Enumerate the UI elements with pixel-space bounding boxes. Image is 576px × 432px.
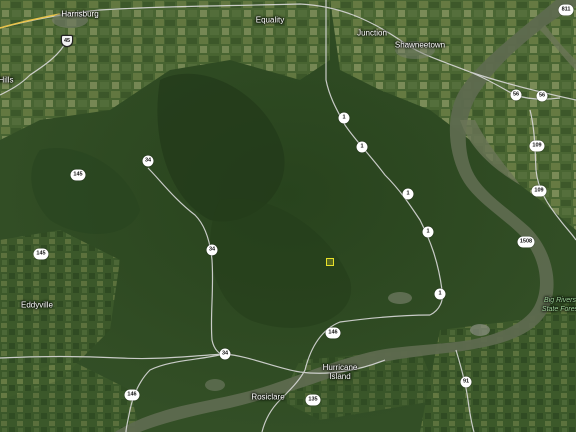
town-label-eddyville[interactable]: Eddyville <box>21 301 53 310</box>
route-shield-1508: 1508 <box>517 236 535 248</box>
route-shield-56: 56 <box>510 89 522 101</box>
route-shield-135: 135 <box>305 394 321 406</box>
route-shield-109: 109 <box>531 185 547 197</box>
route-shield-146: 146 <box>325 327 341 339</box>
town-label-harrisburg[interactable]: Harrisburg <box>61 10 98 19</box>
town-label-equality[interactable]: Equality <box>256 16 284 25</box>
route-shield-1: 1 <box>338 112 350 124</box>
route-shield-1: 1 <box>422 226 434 238</box>
town-label-junction[interactable]: Junction <box>357 29 387 38</box>
town-label-rosiclare[interactable]: Rosiclare <box>251 393 284 402</box>
town-label-hurricane-island[interactable]: Hurricane Island <box>323 363 358 381</box>
route-shield-1: 1 <box>402 188 414 200</box>
route-shield-45: 45 <box>61 35 73 47</box>
route-shield-34: 34 <box>206 244 218 256</box>
park-label-big-rivers[interactable]: Big Rivers State Fores <box>537 296 576 314</box>
route-shield-811: 811 <box>558 4 574 16</box>
route-shield-91: 91 <box>460 376 472 388</box>
route-shield-1: 1 <box>356 141 368 153</box>
satellite-map[interactable]: Harrisburg Equality Junction Shawneetown… <box>0 0 576 432</box>
town-label-hills[interactable]: Hills <box>0 76 14 85</box>
town-label-shawneetown[interactable]: Shawneetown <box>395 41 445 50</box>
route-shield-1: 1 <box>434 288 446 300</box>
map-imagery <box>0 0 576 432</box>
route-shield-146: 146 <box>124 389 140 401</box>
route-shield-145: 145 <box>70 169 86 181</box>
location-marker-icon[interactable] <box>326 258 334 266</box>
route-shield-109: 109 <box>529 140 545 152</box>
route-shield-56: 56 <box>536 90 548 102</box>
route-shield-145: 145 <box>33 248 49 260</box>
route-shield-34: 34 <box>142 155 154 167</box>
route-shield-34: 34 <box>219 348 231 360</box>
